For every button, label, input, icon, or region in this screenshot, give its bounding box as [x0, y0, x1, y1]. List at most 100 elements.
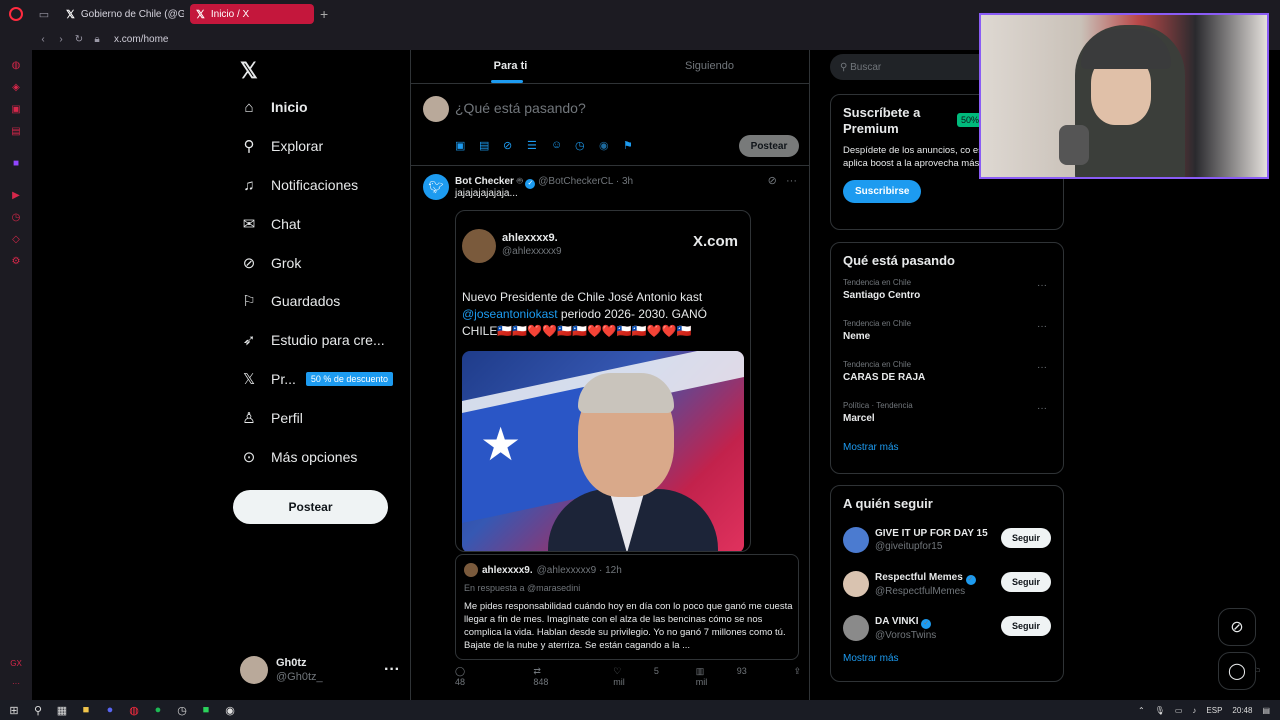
trend-category: Tendencia en Chile — [843, 360, 912, 369]
quoted-avatar — [464, 563, 478, 577]
settings-icon[interactable]: ⚙ — [0, 250, 32, 272]
url-field[interactable]: x.com/home — [114, 34, 168, 45]
extensions-icon[interactable]: ◇ — [0, 228, 32, 250]
search-icon[interactable]: ⚲ — [26, 700, 50, 720]
steam-icon[interactable]: ◉ — [218, 700, 242, 720]
nav-item-chat[interactable]: ✉ Chat — [240, 211, 301, 237]
more-dots-icon[interactable]: ··· — [1037, 280, 1047, 291]
flag-icon[interactable]: ⚑ — [623, 139, 647, 152]
emoji-icon[interactable]: ☺ — [551, 139, 575, 152]
grok-fab-icon[interactable]: ⊘ — [1218, 608, 1256, 646]
schedule-icon[interactable]: ◷ — [575, 139, 599, 152]
opera-logo-icon[interactable] — [0, 0, 32, 28]
nav-item-estudio[interactable]: ➶ Estudio para cre... — [240, 327, 385, 353]
sidebar-ai-icon[interactable]: ◈ — [0, 76, 32, 98]
tab-siguiendo[interactable]: Siguiendo — [610, 50, 809, 83]
sidebar-player-icon[interactable]: ▶ — [0, 184, 32, 206]
sidebar-extension-icon[interactable]: ▤ — [0, 120, 32, 142]
follow-suggestion[interactable]: GIVE IT UP FOR DAY 15 @giveitupfor15 Seg… — [843, 525, 1051, 555]
nav-label: Estudio para cre... — [271, 332, 385, 348]
trend-item[interactable]: Tendencia en Chile Santiago Centro ··· — [843, 278, 1051, 309]
microphone-icon[interactable]: 🎙︎ — [1155, 706, 1165, 715]
x-logo-icon[interactable]: 𝕏 — [240, 58, 258, 84]
gif-icon[interactable]: ▤ — [479, 139, 503, 152]
more-dots-icon[interactable]: ··· — [384, 661, 400, 679]
follow-show-more[interactable]: Mostrar más — [843, 653, 1051, 664]
sidebar-messenger-icon[interactable]: ▣ — [0, 98, 32, 120]
tweet-image[interactable]: ahlexxxx9. @ahlexxxxx9 X.com Nuevo Presi… — [455, 210, 751, 552]
chevron-up-icon[interactable]: ⌃ — [1138, 706, 1145, 715]
back-icon[interactable]: ‹ — [34, 34, 52, 45]
tab-overview-icon[interactable]: ▭ — [34, 4, 54, 24]
follow-button[interactable]: Seguir — [1001, 528, 1051, 548]
tweet-author-name[interactable]: Bot Checker — [455, 176, 514, 187]
timeline: Para ti Siguiendo ¿Qué está pasando? ▣ ▤… — [410, 50, 1261, 700]
more-dots-icon[interactable]: ··· — [1037, 403, 1047, 414]
views-action[interactable]: ▥ 93 mil — [696, 666, 752, 687]
nav-item-perfil[interactable]: ♙ Perfil — [240, 405, 303, 431]
forward-icon[interactable]: › — [52, 34, 70, 45]
sidebar-flow-icon[interactable]: ◍ — [0, 54, 32, 76]
spotify-icon[interactable]: ● — [146, 700, 170, 720]
portrait-hair — [578, 373, 674, 413]
follow-button[interactable]: Seguir — [1001, 616, 1051, 636]
reply-action[interactable]: ◯ 48 — [455, 666, 503, 687]
repost-action[interactable]: ⇄ 848 — [533, 666, 583, 687]
location-icon[interactable]: ◉ — [599, 139, 623, 152]
trends-show-more[interactable]: Mostrar más — [843, 442, 1051, 453]
nav-item-premium[interactable]: 𝕏 Pr... 50 % de descuento — [240, 366, 393, 392]
browser-tab-gobierno[interactable]: 𝕏 Gobierno de Chile (@Gobi — [60, 4, 184, 24]
nav-item-inicio[interactable]: ⌂ Inicio — [240, 94, 307, 120]
account-switcher[interactable]: Gh0tz @Gh0tz_ ··· — [240, 654, 400, 686]
browser-tab-inicio[interactable]: 𝕏 Inicio / X — [190, 4, 314, 24]
follow-suggestion[interactable]: DA VINKI ✓ @VorosTwins Seguir — [843, 613, 1051, 643]
bookmark-icon[interactable]: ⚐ — [1253, 666, 1280, 677]
compose-post-button[interactable]: Postear — [739, 135, 799, 157]
follow-suggestion[interactable]: Respectful Memes ✓ @RespectfulMemes Segu… — [843, 569, 1051, 599]
notifications-icon[interactable]: ▤ — [1262, 706, 1270, 715]
reload-icon[interactable]: ↻ — [70, 34, 88, 45]
poll-icon[interactable]: ☰ — [527, 139, 551, 152]
more-dots-icon[interactable]: ··· — [786, 175, 797, 187]
quoted-tweet[interactable]: ahlexxxx9. @ahlexxxxx9 · 12h En respuest… — [455, 554, 799, 660]
discord-icon[interactable]: ● — [98, 700, 122, 720]
post-button[interactable]: Postear — [233, 490, 388, 524]
tab-para-ti[interactable]: Para ti — [411, 50, 610, 83]
nav-item-grok[interactable]: ⊘ Grok — [240, 250, 302, 276]
trend-item[interactable]: Política · Tendencia Marcel ··· — [843, 401, 1051, 432]
windows-start-icon[interactable]: ⊞ — [2, 700, 26, 720]
language-indicator[interactable]: ESP — [1206, 706, 1222, 715]
tweet-time: · 3h — [615, 176, 634, 187]
clock-app-icon[interactable]: ◷ — [170, 700, 194, 720]
task-view-icon[interactable]: ▦ — [50, 700, 74, 720]
new-tab-button[interactable]: + — [320, 6, 328, 22]
image-icon[interactable]: ▣ — [455, 139, 479, 152]
grok-icon[interactable]: ⊘ — [503, 139, 527, 152]
compose-input[interactable]: ¿Qué está pasando? — [455, 100, 586, 116]
grok-icon[interactable]: ⊘ — [768, 175, 777, 187]
like-action[interactable]: ♡ 5 mil — [613, 666, 666, 687]
clock[interactable]: 20:48 — [1232, 706, 1252, 715]
trend-item[interactable]: Tendencia en Chile Neme ··· — [843, 319, 1051, 350]
tweet-avatar[interactable]: 🐦︎ — [423, 174, 449, 200]
tweet[interactable]: 🐦︎ Bot Checker 🤖︎ ✓ @BotCheckerCL · 3h ⊘… — [411, 166, 1261, 696]
follow-button[interactable]: Seguir — [1001, 572, 1051, 592]
nav-item-explorar[interactable]: ⚲ Explorar — [240, 133, 324, 159]
app-icon[interactable]: ■ — [194, 700, 218, 720]
share-icon[interactable]: ⇪ — [793, 666, 801, 687]
volume-icon[interactable]: ♪ — [1192, 706, 1196, 715]
file-explorer-icon[interactable]: ■ — [74, 700, 98, 720]
nav-item-guardados[interactable]: ⚐ Guardados — [240, 288, 340, 314]
network-icon[interactable]: ▭ — [1175, 706, 1183, 715]
opera-gx-icon[interactable]: ◍ — [122, 700, 146, 720]
more-dots-icon[interactable]: ··· — [1037, 362, 1047, 373]
history-icon[interactable]: ◷ — [0, 206, 32, 228]
subscribe-button[interactable]: Suscribirse — [843, 180, 922, 203]
nav-item-mas-opciones[interactable]: ⊙ Más opciones — [240, 444, 358, 470]
messages-fab-icon[interactable]: ◯ — [1218, 652, 1256, 690]
discount-badge: 50 % de descuento — [305, 372, 393, 386]
more-dots-icon[interactable]: ··· — [1037, 321, 1047, 332]
trend-item[interactable]: Tendencia en Chile CARAS DE RAJA ··· — [843, 360, 1051, 391]
twitch-icon[interactable]: ■ — [0, 152, 32, 174]
nav-item-notificaciones[interactable]: ♫ Notificaciones — [240, 172, 358, 198]
